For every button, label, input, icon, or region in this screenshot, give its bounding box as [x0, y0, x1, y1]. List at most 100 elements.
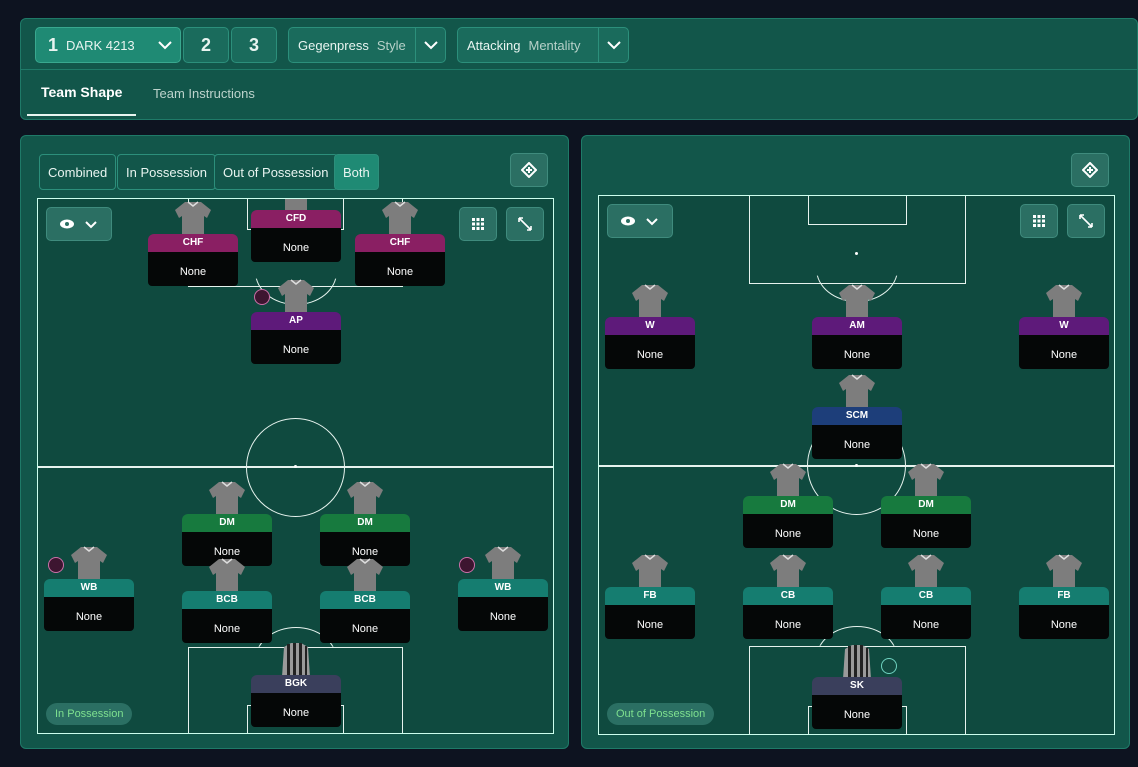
pitch-settings-button[interactable]	[1071, 153, 1109, 187]
player-shirt-icon[interactable]	[768, 462, 808, 500]
chevron-down-icon[interactable]	[150, 28, 180, 62]
style-dropdown[interactable]: Gegenpress Style	[288, 27, 446, 63]
player-role-label: DM	[881, 496, 971, 514]
player-shirt-icon[interactable]	[837, 283, 877, 321]
expand-button[interactable]	[506, 207, 544, 241]
player-name: None	[182, 609, 272, 643]
player-shirt-icon[interactable]	[345, 557, 385, 595]
player-shirt-icon[interactable]	[768, 553, 808, 591]
pitch-settings-button[interactable]	[510, 153, 548, 187]
view-mode-both[interactable]: Both	[334, 154, 379, 190]
player-slot-sk[interactable]: SK None	[812, 677, 902, 729]
player-role-label: SK	[812, 677, 902, 695]
visibility-dropdown[interactable]	[46, 207, 112, 241]
player-slot-ap[interactable]: AP None	[251, 312, 341, 364]
player-shirt-icon[interactable]	[1044, 553, 1084, 591]
grid-view-button[interactable]	[459, 207, 497, 241]
player-name: None	[743, 514, 833, 548]
view-mode-in-possession[interactable]: In Possession	[117, 154, 216, 190]
tactic-slot-1-button[interactable]: 1 DARK 4213	[35, 27, 181, 63]
player-slot-fb[interactable]: FB None	[605, 587, 695, 639]
grid-view-button[interactable]	[1020, 204, 1058, 238]
player-slot-wb[interactable]: WB None	[44, 579, 134, 631]
tactics-board-icon	[521, 162, 537, 178]
player-slot-cb[interactable]: CB None	[743, 587, 833, 639]
player-name: None	[355, 252, 445, 286]
player-slot-wb[interactable]: WB None	[458, 579, 548, 631]
player-shirt-icon[interactable]	[630, 553, 670, 591]
player-shirt-icon[interactable]	[207, 480, 247, 518]
player-role-label: DM	[182, 514, 272, 532]
expand-button[interactable]	[1067, 204, 1105, 238]
player-slot-w[interactable]: W None	[605, 317, 695, 369]
player-shirt-icon[interactable]	[276, 278, 316, 316]
tactic-slot-3-button[interactable]: 3	[231, 27, 277, 63]
player-slot-bgk[interactable]: BGK None	[251, 675, 341, 727]
player-name: None	[148, 252, 238, 286]
player-role-label: WB	[458, 579, 548, 597]
player-shirt-icon[interactable]	[207, 557, 247, 595]
player-name: None	[251, 330, 341, 364]
player-shirt-icon[interactable]	[630, 283, 670, 321]
out-of-possession-panel: Out of Possession W None AM None W None SCM Non…	[581, 135, 1130, 749]
player-name: None	[812, 695, 902, 729]
player-name: None	[605, 605, 695, 639]
player-role-label: AP	[251, 312, 341, 330]
player-name: None	[743, 605, 833, 639]
player-trait-icon[interactable]	[881, 658, 897, 674]
player-name: None	[812, 425, 902, 459]
view-mode-combined[interactable]: Combined	[39, 154, 117, 190]
player-slot-chf[interactable]: CHF None	[148, 234, 238, 286]
player-trait-icon[interactable]	[459, 557, 475, 573]
player-role-label: DM	[743, 496, 833, 514]
player-role-label: BGK	[251, 675, 341, 693]
player-role-label: CHF	[355, 234, 445, 252]
grid-icon	[472, 218, 484, 230]
mentality-label: Mentality	[528, 37, 581, 53]
player-shirt-icon[interactable]	[483, 545, 523, 583]
tab-team-instructions[interactable]: Team Instructions	[153, 70, 255, 116]
player-slot-cfd[interactable]: CFD None	[251, 210, 341, 262]
tactic-slot-2-button[interactable]: 2	[183, 27, 229, 63]
mentality-dropdown[interactable]: Attacking Mentality	[457, 27, 629, 63]
player-name: None	[881, 605, 971, 639]
goalkeeper-shirt-icon[interactable]	[276, 641, 316, 679]
player-shirt-icon[interactable]	[69, 545, 109, 583]
player-shirt-icon[interactable]	[1044, 283, 1084, 321]
player-shirt-icon[interactable]	[173, 200, 213, 238]
player-slot-bcb[interactable]: BCB None	[320, 591, 410, 643]
player-shirt-icon[interactable]	[906, 553, 946, 591]
player-slot-w[interactable]: W None	[1019, 317, 1109, 369]
player-slot-am[interactable]: AM None	[812, 317, 902, 369]
goalkeeper-shirt-icon[interactable]	[837, 643, 877, 681]
visibility-dropdown[interactable]	[607, 204, 673, 238]
view-mode-out-of-possession[interactable]: Out of Possession	[214, 154, 338, 190]
tactics-board-icon	[1082, 162, 1098, 178]
possession-chip: Out of Possession	[607, 703, 715, 725]
player-role-label: BCB	[182, 591, 272, 609]
player-name: None	[1019, 335, 1109, 369]
player-name: None	[251, 693, 341, 727]
player-shirt-icon[interactable]	[837, 373, 877, 411]
mentality-value: Attacking	[467, 37, 521, 53]
player-role-label: CHF	[148, 234, 238, 252]
player-role-label: SCM	[812, 407, 902, 425]
player-slot-bcb[interactable]: BCB None	[182, 591, 272, 643]
chevron-down-icon[interactable]	[415, 28, 445, 62]
player-role-label: W	[1019, 317, 1109, 335]
tab-team-shape[interactable]: Team Shape	[27, 70, 137, 116]
player-shirt-icon[interactable]	[380, 200, 420, 238]
player-shirt-icon[interactable]	[906, 462, 946, 500]
style-value: Gegenpress	[298, 37, 369, 53]
player-slot-scm[interactable]: SCM None	[812, 407, 902, 459]
player-slot-cb[interactable]: CB None	[881, 587, 971, 639]
player-slot-dm[interactable]: DM None	[743, 496, 833, 548]
player-slot-fb[interactable]: FB None	[1019, 587, 1109, 639]
player-trait-icon[interactable]	[48, 557, 64, 573]
player-slot-dm[interactable]: DM None	[881, 496, 971, 548]
chevron-down-icon[interactable]	[598, 28, 628, 62]
player-trait-icon[interactable]	[254, 289, 270, 305]
player-slot-chf[interactable]: CHF None	[355, 234, 445, 286]
tactic-slot-number: 1	[48, 34, 59, 55]
player-shirt-icon[interactable]	[345, 480, 385, 518]
